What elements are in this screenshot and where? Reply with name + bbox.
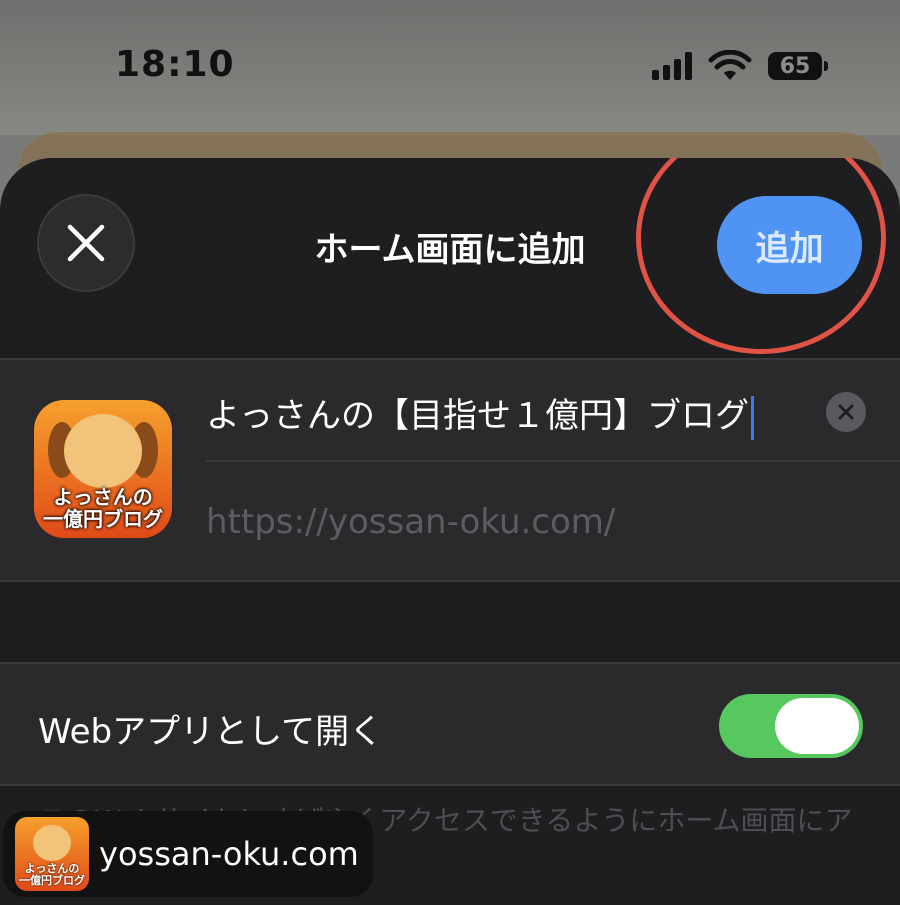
name-input-value: よっさんの【目指せ１億円】ブログ <box>206 396 749 436</box>
toggle-knob <box>775 698 859 754</box>
name-input[interactable]: よっさんの【目指せ１億円】ブログ <box>206 388 806 440</box>
battery-level: 65 <box>779 53 811 79</box>
site-domain: yossan-oku.com <box>99 835 359 873</box>
web-app-toggle[interactable] <box>719 694 863 758</box>
status-time: 18:10 <box>115 44 235 85</box>
web-app-toggle-label: Webアプリとして開く <box>38 712 384 752</box>
web-app-toggle-row: Webアプリとして開く <box>0 662 900 786</box>
site-pill[interactable]: よっさんの 一億円ブログ yossan-oku.com <box>3 811 373 897</box>
mini-dog-icon <box>33 825 71 861</box>
app-icon-label: よっさんの 一億円ブログ <box>43 485 163 531</box>
add-to-home-sheet: ホーム画面に追加 追加 よっさんの 一億円ブログ よっさんの【目指せ１億円】ブロ… <box>0 158 900 905</box>
text-caret <box>750 395 754 440</box>
bookmark-card: よっさんの 一億円ブログ よっさんの【目指せ１億円】ブログ https://yo… <box>0 358 900 582</box>
add-button[interactable]: 追加 <box>717 196 862 294</box>
dog-mascot-icon <box>64 414 142 488</box>
status-bar: 18:10 65 <box>0 0 900 135</box>
status-icons: 65 <box>652 50 828 82</box>
site-favicon-icon: よっさんの 一億円ブログ <box>15 817 89 891</box>
cellular-signal-icon <box>652 52 692 80</box>
field-divider <box>206 460 900 462</box>
app-icon: よっさんの 一億円ブログ <box>34 400 172 538</box>
wifi-icon <box>708 50 752 80</box>
battery-icon: 65 <box>768 52 828 80</box>
clear-text-button[interactable] <box>826 392 866 432</box>
clear-icon <box>838 404 854 420</box>
url-field: https://yossan-oku.com/ <box>206 502 616 542</box>
